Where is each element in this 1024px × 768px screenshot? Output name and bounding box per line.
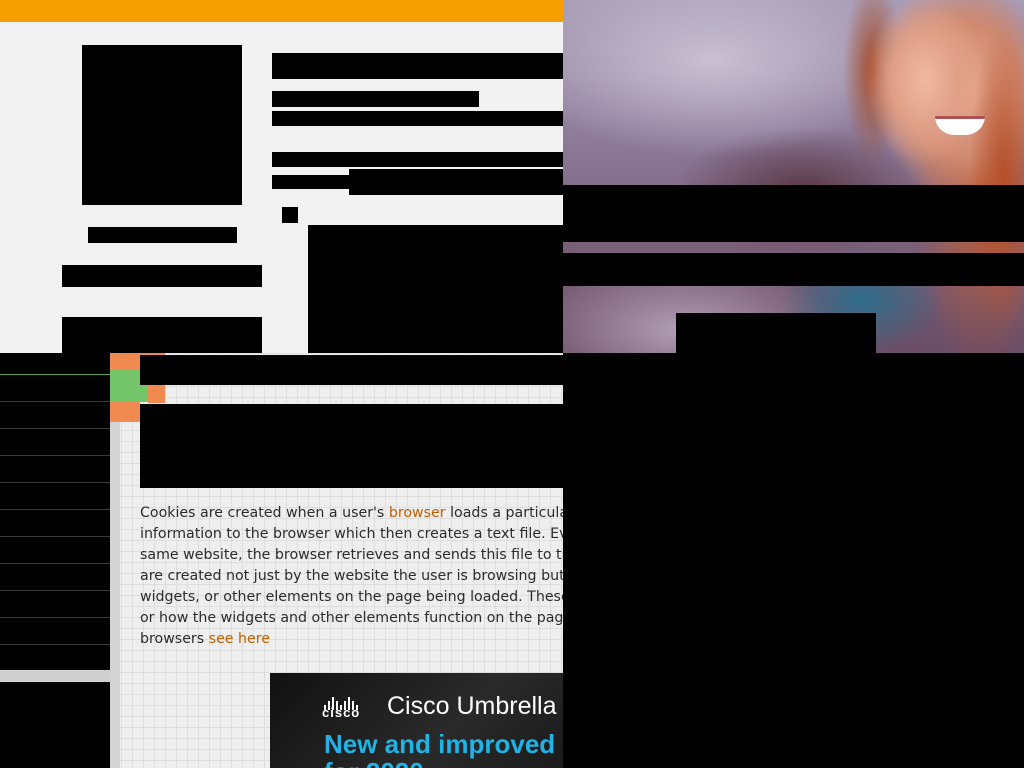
redacted-text-block xyxy=(272,175,350,189)
ad-product-name: Cisco Umbrella xyxy=(387,692,557,720)
article-text: browsers xyxy=(140,631,209,647)
nav-divider xyxy=(0,455,110,456)
redacted-button-block[interactable] xyxy=(62,317,262,353)
nav-divider-active xyxy=(0,374,110,375)
article-line: or how the widgets and other elements fu… xyxy=(140,610,563,626)
redacted-button-block[interactable] xyxy=(62,265,262,287)
hero-photo xyxy=(563,0,1024,353)
redacted-right-region xyxy=(563,353,1024,768)
sidebar-nav xyxy=(0,353,110,670)
redacted-sidebar-block xyxy=(0,682,110,768)
logo-tab-orange xyxy=(110,402,140,422)
article-line: information to the browser which then cr… xyxy=(140,526,563,542)
logo-tab-orange xyxy=(148,383,165,403)
nav-divider xyxy=(0,428,110,429)
redacted-text-block xyxy=(272,152,563,167)
nav-divider xyxy=(0,617,110,618)
ad-headline: New and improved xyxy=(324,729,556,759)
redacted-banner-subheading xyxy=(563,253,1024,286)
redacted-text-block xyxy=(272,111,563,126)
article-line: same website, the browser retrieves and … xyxy=(140,547,563,563)
redacted-image-block xyxy=(308,225,563,353)
nav-divider xyxy=(0,644,110,645)
nav-divider xyxy=(0,482,110,483)
nav-divider xyxy=(0,536,110,537)
article-line: Cookies are created when a user's browse… xyxy=(140,503,563,524)
nav-divider xyxy=(0,509,110,510)
redacted-title-block xyxy=(272,53,563,79)
nav-divider xyxy=(0,563,110,564)
redacted-banner-button[interactable] xyxy=(676,313,876,353)
redacted-caption-block xyxy=(88,227,237,243)
article-line: browsers see here xyxy=(140,629,563,650)
ad-headline-2: for 2020 xyxy=(324,757,424,768)
redacted-banner-heading xyxy=(563,185,1024,242)
cisco-umbrella-ad[interactable]: cisco Cisco Umbrella New and improved fo… xyxy=(270,673,563,768)
article-paragraph: Cookies are created when a user's browse… xyxy=(140,503,563,650)
redacted-breadcrumb-block xyxy=(140,355,563,385)
article-text: Cookies are created when a user's xyxy=(140,505,389,521)
article-line: are created not just by the website the … xyxy=(140,568,563,584)
cisco-wordmark: cisco xyxy=(322,705,361,720)
sidebar-gap xyxy=(0,670,110,682)
top-accent-bar xyxy=(0,0,563,22)
see-here-link[interactable]: see here xyxy=(209,631,270,647)
photo-face xyxy=(863,0,988,180)
article-line: widgets, or other elements on the page b… xyxy=(140,589,563,605)
browser-link[interactable]: browser xyxy=(389,505,446,521)
cisco-logo-icon: cisco xyxy=(322,691,376,721)
nav-divider xyxy=(0,590,110,591)
redacted-subtitle-block xyxy=(272,91,479,107)
nav-divider xyxy=(0,401,110,402)
redacted-logo-block xyxy=(82,45,242,205)
redacted-checkbox[interactable] xyxy=(282,207,298,223)
redacted-button-block[interactable] xyxy=(349,169,563,195)
article-text: loads a particular website. The website … xyxy=(450,505,563,521)
redacted-heading-block xyxy=(140,404,563,488)
webpage-left: Cookies are created when a user's browse… xyxy=(0,0,563,768)
